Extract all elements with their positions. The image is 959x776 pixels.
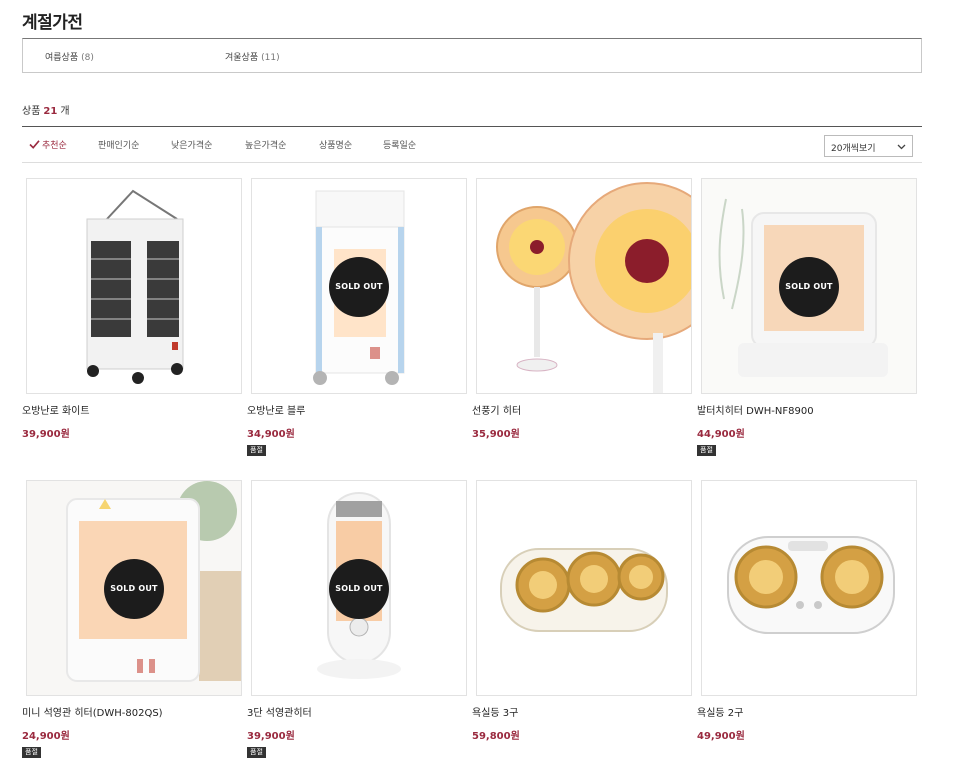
sold-out-tag: 품절 [247, 445, 266, 456]
product-name[interactable]: 오방난로 블루 [247, 402, 305, 417]
product-count-suffix: 개 [60, 106, 70, 117]
check-icon [29, 140, 40, 149]
sold-out-badge: SOLD OUT [779, 257, 839, 317]
product-image[interactable] [476, 480, 692, 696]
category-filter-box: 여름상품 (8) 겨울상품 (11) [22, 38, 922, 73]
category-count: (11) [261, 53, 280, 63]
sold-out-badge: SOLD OUT [104, 559, 164, 619]
sort-newest[interactable]: 등록일순 [383, 138, 416, 151]
product-name[interactable]: 욕실등 2구 [697, 704, 743, 719]
bathroom-lamp-3-icon [500, 548, 668, 632]
sort-price-low[interactable]: 낮은가격순 [171, 138, 212, 151]
product-price: 59,800원 [472, 731, 520, 742]
sort-recommended[interactable]: 추천순 [42, 138, 67, 151]
sold-out-badge: SOLD OUT [329, 559, 389, 619]
page-title: 계절가전 [22, 13, 83, 33]
product-count-prefix: 상품 [22, 106, 41, 117]
product-name[interactable]: 선풍기 히터 [472, 402, 521, 417]
product-image[interactable] [476, 178, 692, 394]
sold-out-tag: 품절 [247, 747, 266, 758]
product-name[interactable]: 3단 석영관히터 [247, 704, 312, 719]
product-price: 35,900원 [472, 429, 520, 440]
sort-name[interactable]: 상품명순 [319, 138, 352, 151]
product-price: 44,900원 [697, 429, 745, 440]
category-summer[interactable]: 여름상품 (8) [45, 50, 94, 63]
sold-out-tag: 품절 [22, 747, 41, 758]
bathroom-lamp-2-icon [727, 536, 895, 634]
product-image[interactable]: SOLD OUT [26, 480, 242, 696]
product-image[interactable] [701, 480, 917, 696]
product-name[interactable]: 오방난로 화이트 [22, 402, 90, 417]
sold-out-tag: 품절 [697, 445, 716, 456]
product-image[interactable]: SOLD OUT [251, 480, 467, 696]
heater-white-icon [86, 189, 184, 384]
sort-bar: 추천순 판매인기순 낮은가격순 높은가격순 상품명순 등록일순 20개씩보기 [22, 126, 922, 163]
product-image[interactable]: SOLD OUT [251, 178, 467, 394]
product-image[interactable] [26, 178, 242, 394]
product-price: 39,900원 [247, 731, 295, 742]
sold-out-badge: SOLD OUT [329, 257, 389, 317]
product-count-number: 21 [43, 106, 58, 117]
product-price: 39,900원 [22, 429, 70, 440]
category-winter[interactable]: 겨울상품 (11) [225, 50, 280, 63]
fan-heater-icon [496, 182, 691, 393]
category-label: 여름상품 [45, 53, 79, 63]
sort-price-high[interactable]: 높은가격순 [245, 138, 286, 151]
product-price: 49,900원 [697, 731, 745, 742]
product-price: 24,900원 [22, 731, 70, 742]
product-name[interactable]: 발터치히터 DWH-NF8900 [697, 402, 814, 417]
chevron-down-icon [897, 144, 906, 150]
product-name[interactable]: 욕실등 3구 [472, 704, 518, 719]
product-count: 상품 21 개 [22, 102, 70, 117]
category-label: 겨울상품 [225, 53, 259, 63]
per-page-value: 20개씩보기 [831, 144, 876, 154]
category-count: (8) [81, 53, 94, 63]
sort-popular[interactable]: 판매인기순 [98, 138, 139, 151]
per-page-select[interactable]: 20개씩보기 [824, 135, 913, 157]
product-name[interactable]: 미니 석영관 히터(DWH-802QS) [22, 704, 163, 719]
product-image[interactable]: SOLD OUT [701, 178, 917, 394]
product-price: 34,900원 [247, 429, 295, 440]
